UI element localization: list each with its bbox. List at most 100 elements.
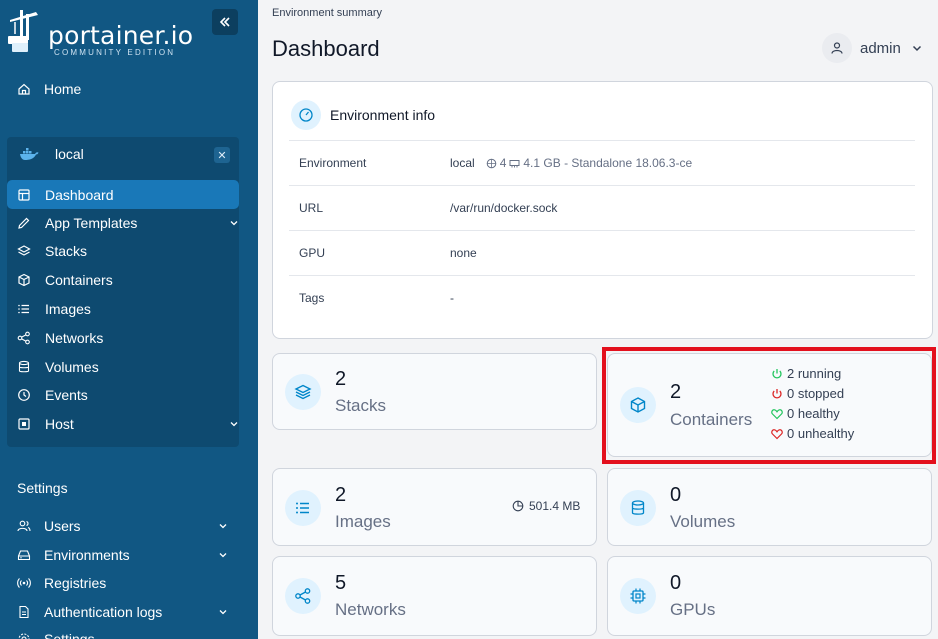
info-key: Tags: [299, 291, 325, 305]
pie-chart-icon: [512, 500, 524, 512]
gpus-count: 0: [670, 572, 682, 594]
chevron-down-icon: [218, 550, 228, 560]
sidebar-item-label: Home: [44, 81, 82, 97]
environment-info-title: Environment info: [330, 107, 436, 123]
sidebar-item-label: Authentication logs: [44, 604, 163, 620]
logo-subtitle: COMMUNITY EDITION: [54, 48, 176, 57]
sidebar-item-events[interactable]: Events: [17, 385, 88, 405]
chevron-down-icon: [218, 607, 228, 617]
sidebar-item-containers[interactable]: Containers: [17, 270, 113, 290]
user-name: admin: [860, 39, 901, 57]
sidebar-item-authentication-logs[interactable]: Authentication logs: [17, 602, 228, 622]
networks-count: 5: [335, 572, 347, 594]
logo-text: portainer.io: [48, 21, 194, 50]
radio-icon: [17, 576, 31, 590]
info-row-environment: Environment local 4 4.1 GB - Standalone …: [289, 140, 915, 185]
edit-icon: [17, 216, 31, 230]
gpus-card[interactable]: 0 GPUs: [607, 556, 932, 636]
images-size: 501.4 MB: [512, 499, 580, 513]
images-label: Images: [335, 512, 391, 531]
chevron-down-icon: [229, 419, 239, 429]
close-environment-button[interactable]: ✕: [214, 147, 230, 163]
layers-icon: [17, 244, 31, 258]
cpu-icon: [17, 417, 31, 431]
images-count: 2: [335, 484, 347, 506]
database-icon: [620, 490, 656, 526]
page-title: Dashboard: [272, 36, 380, 61]
sidebar-item-label: App Templates: [45, 215, 138, 231]
networks-label: Networks: [335, 600, 406, 619]
sidebar: portainer.io COMMUNITY EDITION Home loca…: [0, 0, 258, 639]
stacks-card[interactable]: 2 Stacks: [272, 353, 597, 430]
sidebar-item-host[interactable]: Host: [17, 414, 239, 434]
sidebar-item-registries[interactable]: Registries: [17, 573, 106, 593]
sidebar-item-networks[interactable]: Networks: [17, 328, 103, 348]
info-key: GPU: [299, 246, 326, 260]
sidebar-item-settings[interactable]: Settings: [17, 629, 95, 639]
share-icon: [17, 331, 31, 345]
sidebar-item-label: Images: [45, 301, 91, 317]
database-icon: [17, 360, 31, 374]
sidebar-item-label: Users: [44, 518, 81, 534]
hard-drive-icon: [17, 548, 31, 562]
users-icon: [17, 519, 31, 533]
clock-icon: [17, 388, 31, 402]
cpu-icon: [486, 158, 497, 169]
sidebar-item-dashboard[interactable]: Dashboard: [7, 180, 239, 209]
gpus-label: GPUs: [670, 600, 716, 619]
info-key: URL: [299, 201, 324, 215]
portainer-crane-icon: [8, 10, 38, 52]
info-value: /var/run/docker.sock: [450, 201, 558, 215]
info-value: local 4 4.1 GB - Standalone 18.06.3-ce: [450, 156, 692, 170]
volumes-label: Volumes: [670, 512, 736, 531]
environment-name: local: [55, 146, 84, 162]
memory-icon: [509, 158, 520, 169]
sidebar-item-users[interactable]: Users: [17, 516, 228, 536]
sidebar-item-label: Environments: [44, 547, 130, 563]
sidebar-item-label: Networks: [45, 330, 104, 346]
environment-section: local ✕ Dashboard App Templates Stacks C…: [7, 137, 239, 447]
networks-card[interactable]: 5 Networks: [272, 556, 597, 636]
environment-info-header: Environment info: [291, 100, 435, 130]
sidebar-item-stacks[interactable]: Stacks: [17, 241, 87, 261]
home-icon: [17, 82, 31, 96]
info-key: Environment: [299, 156, 367, 170]
sidebar-item-label: Dashboard: [45, 186, 114, 203]
sidebar-item-volumes[interactable]: Volumes: [17, 357, 99, 377]
volumes-card[interactable]: 0 Volumes: [607, 468, 932, 546]
portainer-logo[interactable]: portainer.io COMMUNITY EDITION: [6, 10, 193, 57]
sidebar-item-label: Registries: [44, 575, 107, 591]
share-icon: [285, 578, 321, 614]
settings-section-title: Settings: [17, 480, 68, 496]
sidebar-item-label: Containers: [45, 272, 113, 288]
sidebar-item-label: Stacks: [45, 243, 88, 259]
sidebar-item-home[interactable]: Home: [17, 79, 81, 99]
environment-meta: 4 4.1 GB - Standalone 18.06.3-ce: [483, 156, 692, 170]
sidebar-item-app-templates[interactable]: App Templates: [17, 213, 239, 233]
user-menu[interactable]: admin: [822, 33, 923, 63]
chevrons-left-icon: [219, 17, 230, 27]
environment-info-card: Environment info Environment local 4 4.1…: [272, 81, 933, 339]
collapse-sidebar-button[interactable]: [212, 9, 238, 35]
sidebar-item-environments[interactable]: Environments: [17, 545, 228, 565]
memory-info: 4.1 GB - Standalone 18.06.3-ce: [523, 156, 693, 170]
highlight-box: [602, 347, 936, 464]
user-icon: [831, 42, 843, 54]
info-row-gpu: GPU none: [289, 230, 915, 275]
info-row-tags: Tags -: [289, 275, 915, 320]
docker-icon: [19, 147, 39, 161]
sidebar-item-images[interactable]: Images: [17, 299, 91, 319]
info-value: -: [450, 291, 454, 305]
chevron-down-icon: [229, 218, 239, 228]
sidebar-item-label: Volumes: [45, 359, 99, 375]
environment-value: local: [450, 156, 475, 170]
list-icon: [17, 302, 31, 316]
environment-header[interactable]: local: [19, 146, 84, 162]
layers-icon: [285, 374, 321, 410]
info-value: none: [450, 246, 477, 260]
avatar: [822, 33, 852, 63]
sidebar-item-label: Host: [45, 416, 74, 432]
images-size-text: 501.4 MB: [529, 499, 581, 513]
stacks-label: Stacks: [335, 396, 387, 415]
images-card[interactable]: 2 Images 501.4 MB: [272, 468, 597, 546]
